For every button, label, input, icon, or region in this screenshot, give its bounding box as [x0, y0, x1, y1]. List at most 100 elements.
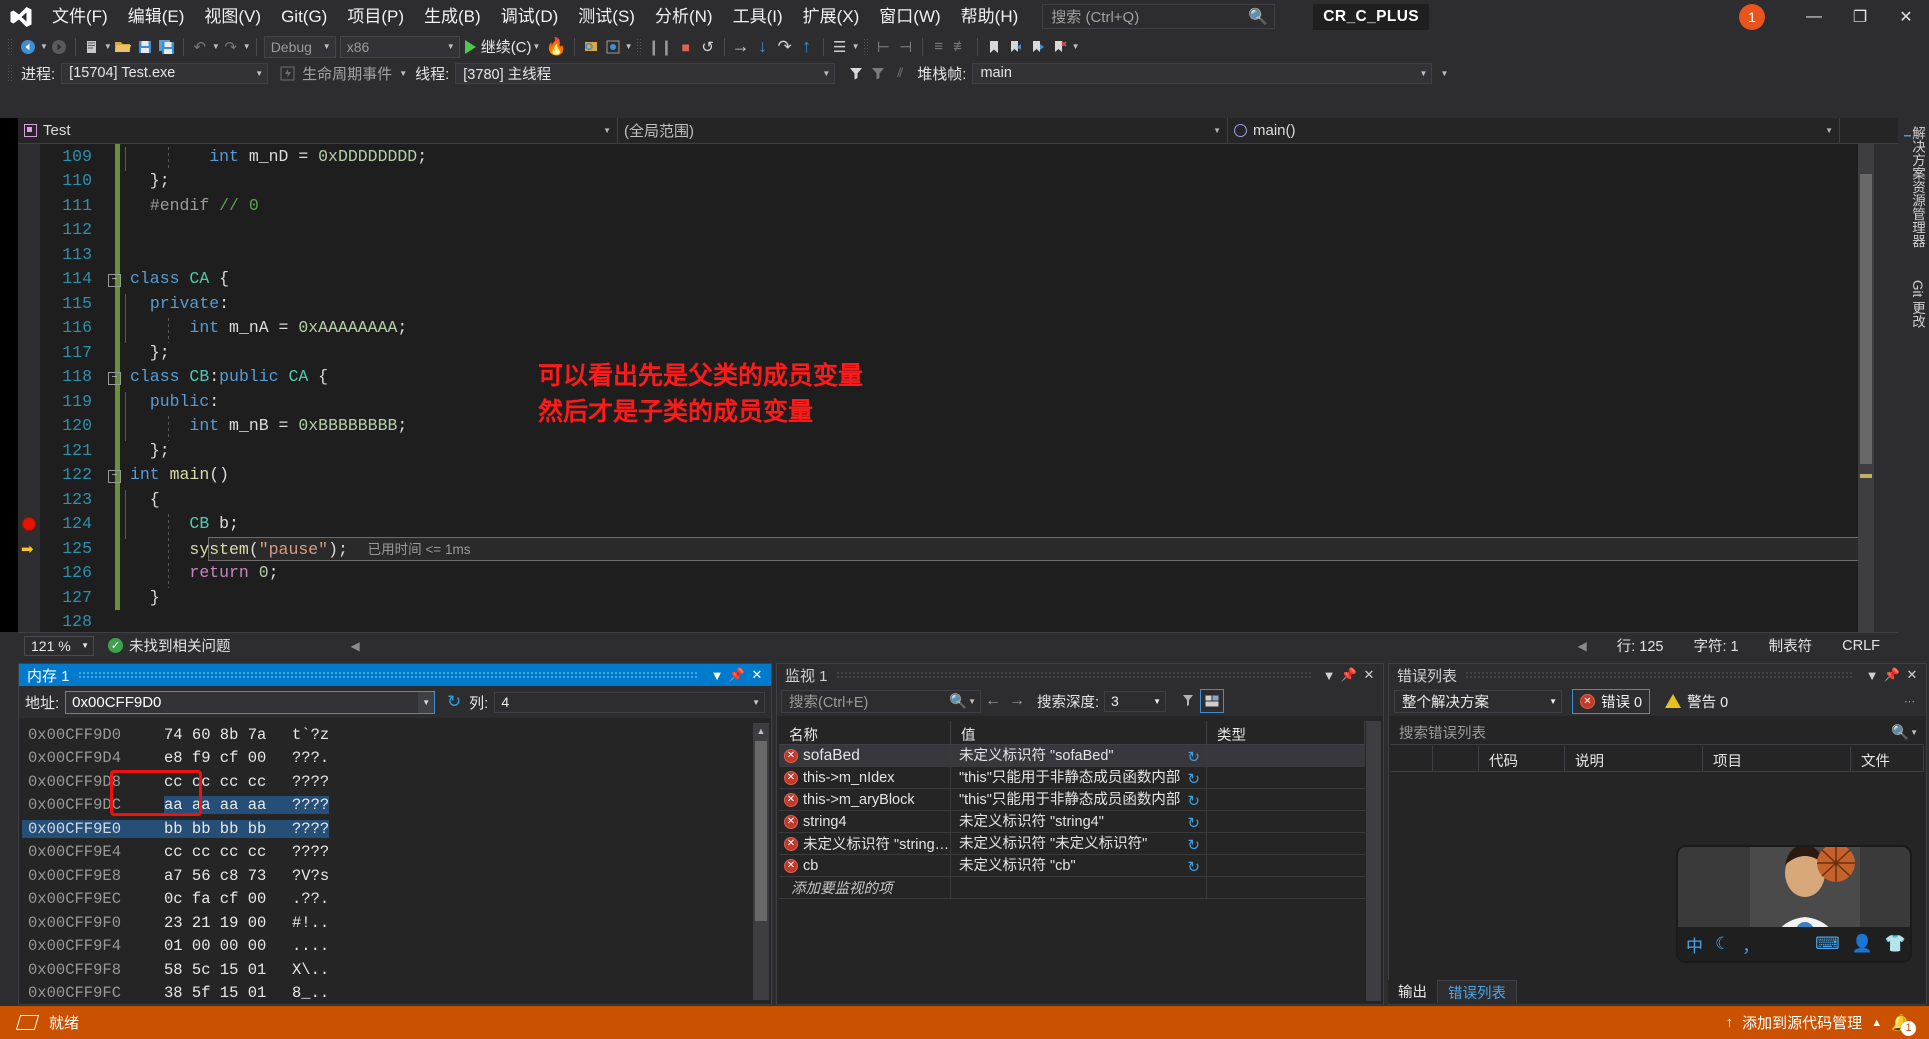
ime-user-icon[interactable]: 👤 [1852, 934, 1873, 954]
pause-button[interactable]: ❙❙ [646, 35, 675, 59]
breakpoint-gutter[interactable] [18, 291, 40, 316]
memory-row[interactable]: 0x00CFF9D0 74 60 8b 7a t`?z [22, 723, 751, 747]
drag-dots[interactable] [77, 671, 699, 679]
stackframe-select[interactable]: main ▼ [972, 62, 1433, 84]
breakpoint-gutter[interactable] [18, 585, 40, 610]
breakpoint-gutter[interactable] [18, 242, 40, 267]
debugbar-overflow-icon[interactable]: ▼ [1440, 69, 1448, 78]
toolbar-grip-3[interactable] [862, 37, 870, 56]
breakpoint-gutter[interactable] [18, 144, 40, 169]
error-list-menu-icon[interactable]: ▼ [1862, 665, 1882, 685]
error-col-code[interactable]: 代码 [1479, 746, 1565, 771]
menu-window[interactable]: 窗口(W) [869, 0, 950, 33]
breakpoint-gutter[interactable] [18, 438, 40, 463]
breakpoint-gutter[interactable] [18, 315, 40, 340]
error-col-blank[interactable] [1391, 746, 1433, 771]
memory-row[interactable]: 0x00CFF9EC 0c fa cf 00.??. [22, 888, 751, 912]
breakpoint-icon[interactable] [22, 516, 36, 531]
breakpoint-gutter[interactable] [18, 462, 40, 487]
memory-row[interactable]: 0x00CFF9E4 cc cc cc cc???? [22, 841, 751, 865]
redo-icon[interactable]: ↷ [220, 35, 242, 59]
solution-configuration-select[interactable]: Debug ▼ [263, 35, 336, 58]
navbar-project-select[interactable]: Test ▼ [18, 117, 618, 144]
watch-row[interactable]: ✕ cb 未定义标识符 "cb" ↻ [779, 854, 1365, 877]
ime-moon-icon[interactable]: ☾ [1715, 934, 1730, 954]
warning-count-filter[interactable]: 警告 0 [1658, 689, 1735, 714]
search-prev-icon[interactable]: ← [981, 689, 1005, 713]
clear-bookmarks-icon[interactable] [1049, 35, 1071, 59]
thread-select[interactable]: [3780] 主线程 ▼ [455, 62, 836, 84]
memory-row[interactable]: 0x00CFF9F0 23 21 19 00 #!.. [22, 911, 751, 935]
collapse-icon[interactable]: − [108, 372, 121, 386]
refresh-icon[interactable]: ↻ [1187, 791, 1200, 811]
menu-file[interactable]: 文件(F) [42, 0, 118, 33]
menu-edit[interactable]: 编辑(E) [118, 0, 195, 33]
menu-build[interactable]: 生成(B) [414, 0, 491, 33]
memory-window-menu-icon[interactable]: ▼ [707, 665, 727, 685]
tab-solution-explorer[interactable]: 解决方案资源管理器 [1910, 118, 1929, 256]
hex-display-icon[interactable] [1200, 689, 1225, 713]
breakpoint-gutter[interactable] [18, 487, 40, 512]
redo-caret-icon[interactable]: ▼ [243, 42, 251, 51]
breakpoint-gutter[interactable] [18, 389, 40, 414]
navbar-member-select[interactable]: main() ▼ [1228, 117, 1840, 144]
previous-bookmark-icon[interactable] [1005, 35, 1027, 59]
bookmark-caret-icon[interactable]: ▼ [1072, 42, 1080, 51]
hot-reload-icon[interactable]: 🔥 [543, 35, 568, 59]
menu-analyze[interactable]: 分析(N) [645, 0, 723, 33]
breakpoint-gutter[interactable] [18, 217, 40, 242]
menu-project[interactable]: 项目(P) [337, 0, 414, 33]
breakpoint-gutter[interactable] [18, 511, 40, 536]
upload-icon[interactable]: ↑ [1726, 1014, 1734, 1031]
ime-skin-icon[interactable]: 👕 [1885, 934, 1906, 954]
filter-threads-icon[interactable] [845, 61, 867, 85]
watch-col-name[interactable]: 名称 [779, 721, 951, 744]
collapse-icon[interactable]: − [108, 470, 121, 484]
lifecycle-caret-icon[interactable]: ▼ [399, 69, 407, 78]
ime-punctuation-icon[interactable]: ， [1742, 932, 1759, 957]
menu-view[interactable]: 视图(V) [194, 0, 271, 33]
zoom-level-select[interactable]: 121 % ▼ [24, 635, 94, 656]
watch-row[interactable]: ✕ sofaBed 未定义标识符 "sofaBed" ↻ [779, 744, 1365, 767]
restore-button[interactable]: ❐ [1837, 0, 1883, 33]
navigate-backward-caret-icon[interactable]: ▼ [40, 42, 48, 51]
refresh-icon[interactable]: ↻ [1187, 747, 1200, 767]
toolbar-grip[interactable] [7, 37, 14, 56]
menu-git[interactable]: Git(G) [271, 0, 337, 33]
continue-button[interactable]: 继续(C) ▼ [462, 35, 544, 59]
refresh-icon[interactable]: ↻ [1187, 835, 1200, 855]
debugbar-grip[interactable] [7, 64, 14, 82]
memory-row[interactable]: 0x00CFF9D4 e8 f9 cf 00???. [22, 747, 751, 771]
error-col-description[interactable]: 说明 [1565, 746, 1703, 771]
watch-row[interactable]: ✕ string4 未定义标识符 "string4" ↻ [779, 810, 1365, 833]
menu-extensions[interactable]: 扩展(X) [793, 0, 870, 33]
error-col-file[interactable]: 文件 [1851, 746, 1924, 771]
editor-scroll-thumb[interactable] [1860, 174, 1872, 464]
breakpoint-gutter[interactable] [18, 413, 40, 438]
chevron-up-icon[interactable]: ▲ [1871, 1017, 1882, 1029]
breakpoint-gutter[interactable] [18, 168, 40, 193]
notifications-button[interactable]: 🔔 1 [1891, 1013, 1916, 1036]
refresh-icon[interactable]: ↻ [1187, 857, 1200, 877]
process-select[interactable]: [15704] Test.exe ▼ [61, 62, 269, 84]
menu-test[interactable]: 测试(S) [568, 0, 645, 33]
error-list-search-input[interactable]: 搜索错误列表 🔍 ▼ [1391, 720, 1924, 745]
tab-error-list[interactable]: 错误列表 [1437, 980, 1517, 1003]
diagnostics-caret-icon[interactable]: ▼ [852, 42, 860, 51]
memory-window-pin-icon[interactable]: 📌 [727, 665, 747, 685]
debug-target-icon[interactable] [602, 35, 624, 59]
clear-thread-filter-icon[interactable] [867, 61, 889, 85]
memory-columns-select[interactable]: 4 ▼ [494, 691, 765, 713]
breakpoint-gutter[interactable]: ➡ [18, 536, 40, 561]
menu-tools[interactable]: 工具(I) [723, 0, 793, 33]
watch-vertical-scrollbar[interactable] [1366, 721, 1381, 1001]
watch-col-value[interactable]: 值 [951, 721, 1207, 744]
refresh-icon[interactable]: ↻ [1187, 769, 1200, 789]
watch-add-row[interactable]: 添加要监视的项 [779, 876, 1365, 899]
memory-row[interactable]: 0x00CFF9D8 cc cc cc cc???? [22, 770, 751, 794]
debug-target-caret-icon[interactable]: ▼ [625, 42, 633, 51]
outdent-icon[interactable]: ≢ [950, 35, 972, 59]
watch-window-menu-icon[interactable]: ▼ [1319, 665, 1339, 685]
show-next-statement-icon[interactable]: → [730, 35, 752, 59]
thread-marker-icon[interactable]: ⫽ [889, 61, 911, 85]
